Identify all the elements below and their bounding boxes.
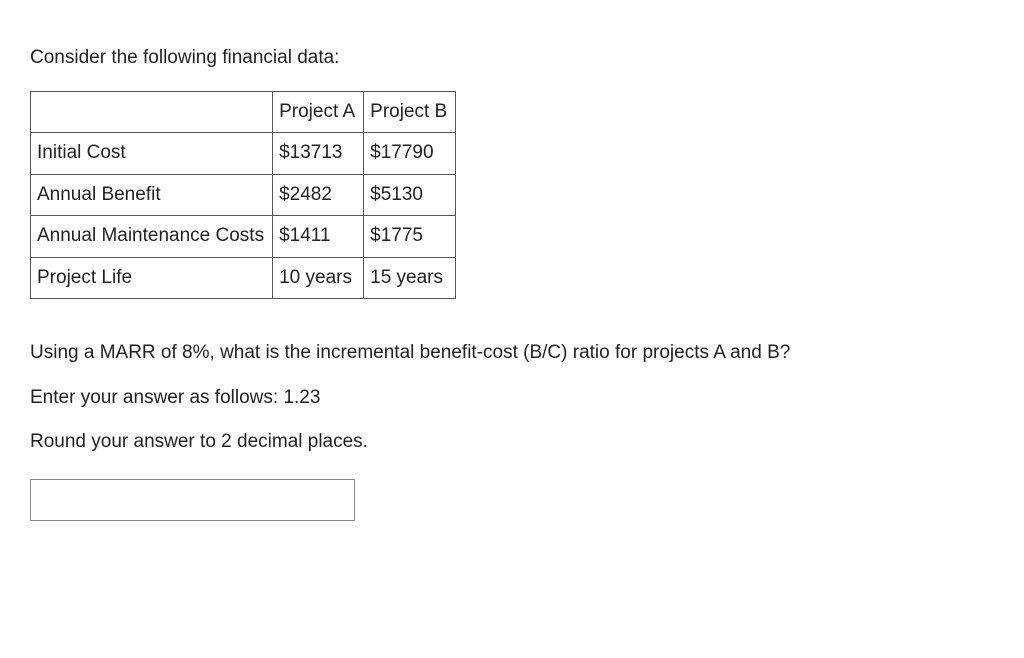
table-header-project-b: Project B [364, 91, 456, 133]
cell-value: 10 years [273, 257, 364, 299]
answer-input[interactable] [30, 479, 355, 521]
cell-value: 15 years [364, 257, 456, 299]
question-text: Using a MARR of 8%, what is the incremen… [30, 339, 994, 368]
row-label: Project Life [31, 257, 273, 299]
table-row: Annual Maintenance Costs $1411 $1775 [31, 216, 456, 258]
cell-value: $2482 [273, 174, 364, 216]
instruction-rounding: Round your answer to 2 decimal places. [30, 428, 994, 457]
table-row: Annual Benefit $2482 $5130 [31, 174, 456, 216]
table-corner-cell [31, 91, 273, 133]
intro-text: Consider the following financial data: [30, 44, 994, 73]
row-label: Initial Cost [31, 133, 273, 175]
financial-data-table: Project A Project B Initial Cost $13713 … [30, 91, 456, 300]
cell-value: $13713 [273, 133, 364, 175]
table-header-project-a: Project A [273, 91, 364, 133]
table-row: Initial Cost $13713 $17790 [31, 133, 456, 175]
row-label: Annual Maintenance Costs [31, 216, 273, 258]
cell-value: $1775 [364, 216, 456, 258]
table-row: Project Life 10 years 15 years [31, 257, 456, 299]
cell-value: $5130 [364, 174, 456, 216]
row-label: Annual Benefit [31, 174, 273, 216]
cell-value: $17790 [364, 133, 456, 175]
cell-value: $1411 [273, 216, 364, 258]
instruction-format: Enter your answer as follows: 1.23 [30, 384, 994, 413]
